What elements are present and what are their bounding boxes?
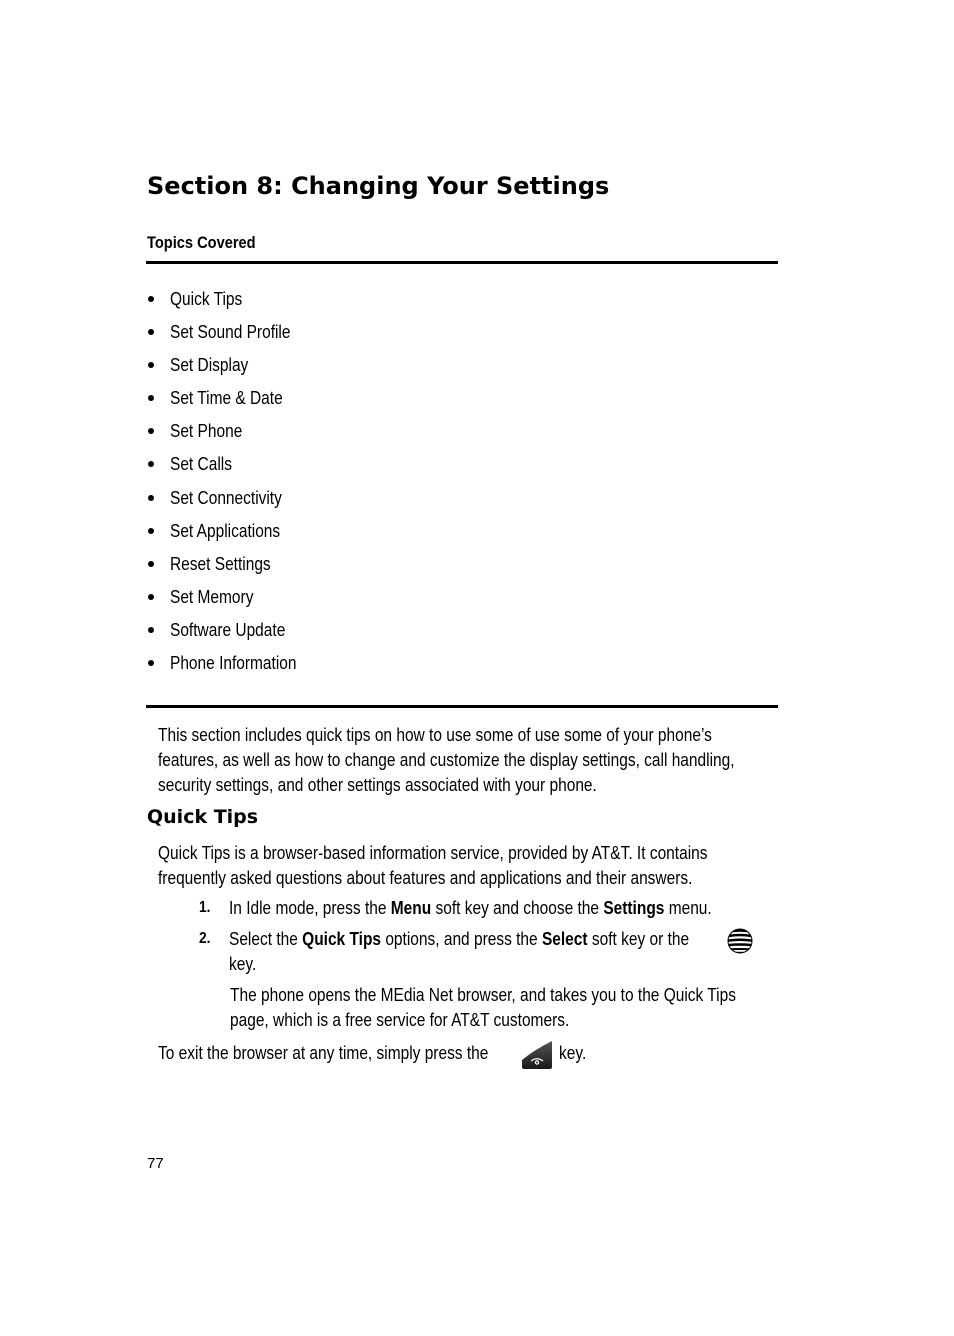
bullet-icon: [148, 560, 154, 567]
step-1-text: In Idle mode, press the Menu soft key an…: [229, 896, 712, 921]
quick-tips-intro-line: Quick Tips is a browser-based informatio…: [158, 843, 708, 863]
topic-label: Set Memory: [170, 586, 254, 607]
bullet-icon: [148, 593, 154, 600]
step-number: 1.: [199, 899, 211, 916]
step-text-part: options, and press the: [381, 929, 542, 949]
select-key-label: Select: [541, 929, 588, 949]
step-2-continuation: key.: [229, 954, 257, 974]
topic-label: Set Connectivity: [170, 487, 282, 508]
topic-label: Set Calls: [170, 454, 232, 475]
step-text-part: soft key or the: [587, 929, 690, 949]
bullet-icon: [148, 395, 154, 402]
menu-key-label: Menu: [390, 898, 432, 918]
topic-label: Set Phone: [170, 421, 243, 442]
bullet-icon: [148, 362, 154, 369]
quick-tips-intro-line: frequently asked questions about feature…: [158, 868, 693, 888]
step-2-text: Select the Quick Tips options, and press…: [229, 927, 689, 952]
quick-tips-option-label: Quick Tips: [302, 929, 382, 949]
topic-label: Quick Tips: [170, 289, 243, 309]
note-line: page, which is a free service for AT&T c…: [230, 1010, 570, 1030]
step-number: 2.: [199, 930, 211, 947]
note-line: The phone opens the MEdia Net browser, a…: [230, 985, 736, 1005]
intro-line: features, as well as how to change and c…: [158, 750, 735, 770]
page-number: 77: [147, 1155, 164, 1172]
topic-label: Phone Information: [170, 653, 297, 674]
bullet-icon: [148, 660, 154, 667]
step-text-part: Select the: [229, 929, 303, 949]
intro-line: security settings, and other settings as…: [158, 775, 597, 795]
bullet-icon: [148, 329, 154, 336]
att-globe-key-icon: [727, 928, 753, 954]
topic-label: Set Display: [170, 355, 249, 376]
exit-browser-text: To exit the browser at any time, simply …: [158, 1043, 489, 1063]
quick-tips-heading: Quick Tips: [147, 806, 259, 828]
topics-covered-heading: Topics Covered: [147, 233, 256, 252]
topic-label: Set Time & Date: [170, 388, 283, 409]
section-intro-paragraph: This section includes quick tips on how …: [158, 723, 735, 798]
topic-label: Software Update: [170, 619, 286, 640]
topic-label: Set Sound Profile: [170, 322, 291, 343]
topic-label: Reset Settings: [170, 553, 271, 574]
bullet-icon: [148, 296, 154, 302]
end-key-icon: [522, 1041, 552, 1069]
step-text-part: In Idle mode, press the: [229, 898, 391, 918]
bullet-icon: [148, 461, 154, 468]
step-text-part: menu.: [664, 898, 712, 918]
section-title: Section 8: Changing Your Settings: [147, 172, 610, 200]
exit-key-word: key.: [559, 1043, 587, 1063]
bullet-icon: [148, 494, 154, 501]
topic-label: Set Applications: [170, 520, 281, 541]
quick-tips-intro-paragraph: Quick Tips is a browser-based informatio…: [158, 841, 707, 891]
bullet-icon: [148, 527, 154, 534]
step-2-note: The phone opens the MEdia Net browser, a…: [230, 983, 736, 1033]
intro-line: This section includes quick tips on how …: [158, 725, 712, 745]
settings-menu-label: Settings: [603, 898, 665, 918]
step-text-part: soft key and choose the: [431, 898, 604, 918]
bullet-icon: [148, 626, 154, 633]
divider-top: [146, 261, 778, 264]
bullet-icon: [148, 428, 154, 435]
divider-bottom: [146, 705, 778, 708]
